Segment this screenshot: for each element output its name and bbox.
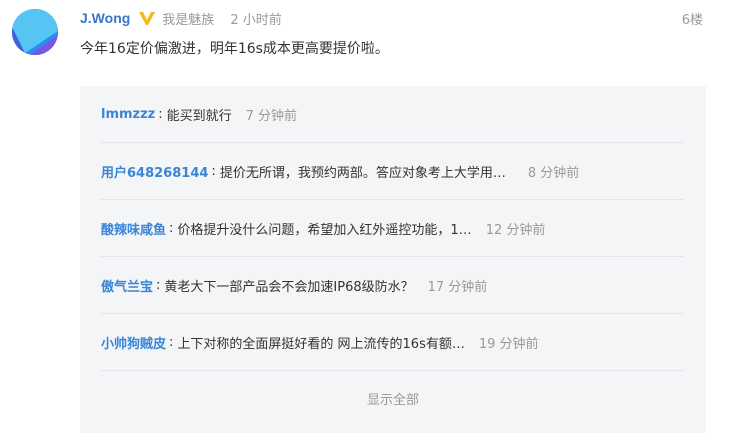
reply-time: 19 分钟前 xyxy=(478,336,539,352)
reply-item: 用户648268144 : 提价无所谓，我预约两部。答应对象考上大学用… 8 分… xyxy=(101,143,684,200)
floor-number: 6楼 xyxy=(681,13,703,28)
post-username[interactable]: J.Wong xyxy=(80,10,130,26)
avatar[interactable] xyxy=(12,9,58,55)
reply-item: 小帅狗贼皮 : 上下对称的全面屏挺好看的 网上流传的16s有额… 19 分钟前 xyxy=(101,314,684,371)
post-content: 今年16定价偏激进，明年16s成本更高要提价啦。 xyxy=(80,41,389,57)
reply-item: lmmzzz : 能买到就行 7 分钟前 xyxy=(101,86,684,143)
post-time: 2 小时前 xyxy=(230,12,282,28)
reply-text: 价格提升没什么问题，希望加入红外遥控功能，1… xyxy=(177,222,472,238)
post-header: J.Wong 我是魅族 2 小时前 xyxy=(80,8,282,28)
reply-time: 17 分钟前 xyxy=(427,279,488,295)
reply-text: 黄老大下一部产品会不会加速IP68级防水？ xyxy=(164,279,414,295)
reply-username[interactable]: lmmzzz xyxy=(101,107,155,122)
reply-separator: : xyxy=(169,334,174,350)
reply-time: 12 分钟前 xyxy=(485,222,546,238)
reply-separator: : xyxy=(158,106,163,122)
reply-item: 酸辣味咸鱼 : 价格提升没什么问题，希望加入红外遥控功能，1… 12 分钟前 xyxy=(101,200,684,257)
reply-username[interactable]: 小帅狗贼皮 xyxy=(101,333,166,352)
reply-item: 傲气兰宝 : 黄老大下一部产品会不会加速IP68级防水？ 17 分钟前 xyxy=(101,257,684,314)
reply-time: 8 分钟前 xyxy=(527,165,580,181)
reply-separator: : xyxy=(169,220,174,236)
reply-separator: : xyxy=(211,163,216,179)
verified-badge-icon xyxy=(138,10,156,26)
reply-username[interactable]: 酸辣味咸鱼 xyxy=(101,219,166,238)
show-all-button[interactable]: 显示全部 xyxy=(80,386,706,416)
reply-text: 上下对称的全面屏挺好看的 网上流传的16s有额… xyxy=(177,336,465,352)
meizu-avatar-icon xyxy=(12,9,58,55)
reply-text: 提价无所谓，我预约两部。答应对象考上大学用… xyxy=(219,165,506,181)
reply-separator: : xyxy=(156,277,161,293)
replies-panel: lmmzzz : 能买到就行 7 分钟前 用户648268144 : 提价无所谓… xyxy=(80,86,706,433)
reply-text: 能买到就行 xyxy=(166,108,232,124)
reply-username[interactable]: 傲气兰宝 xyxy=(101,276,153,295)
user-signature: 我是魅族 xyxy=(162,12,215,28)
reply-username[interactable]: 用户648268144 xyxy=(101,162,208,181)
reply-time: 7 分钟前 xyxy=(245,108,298,124)
